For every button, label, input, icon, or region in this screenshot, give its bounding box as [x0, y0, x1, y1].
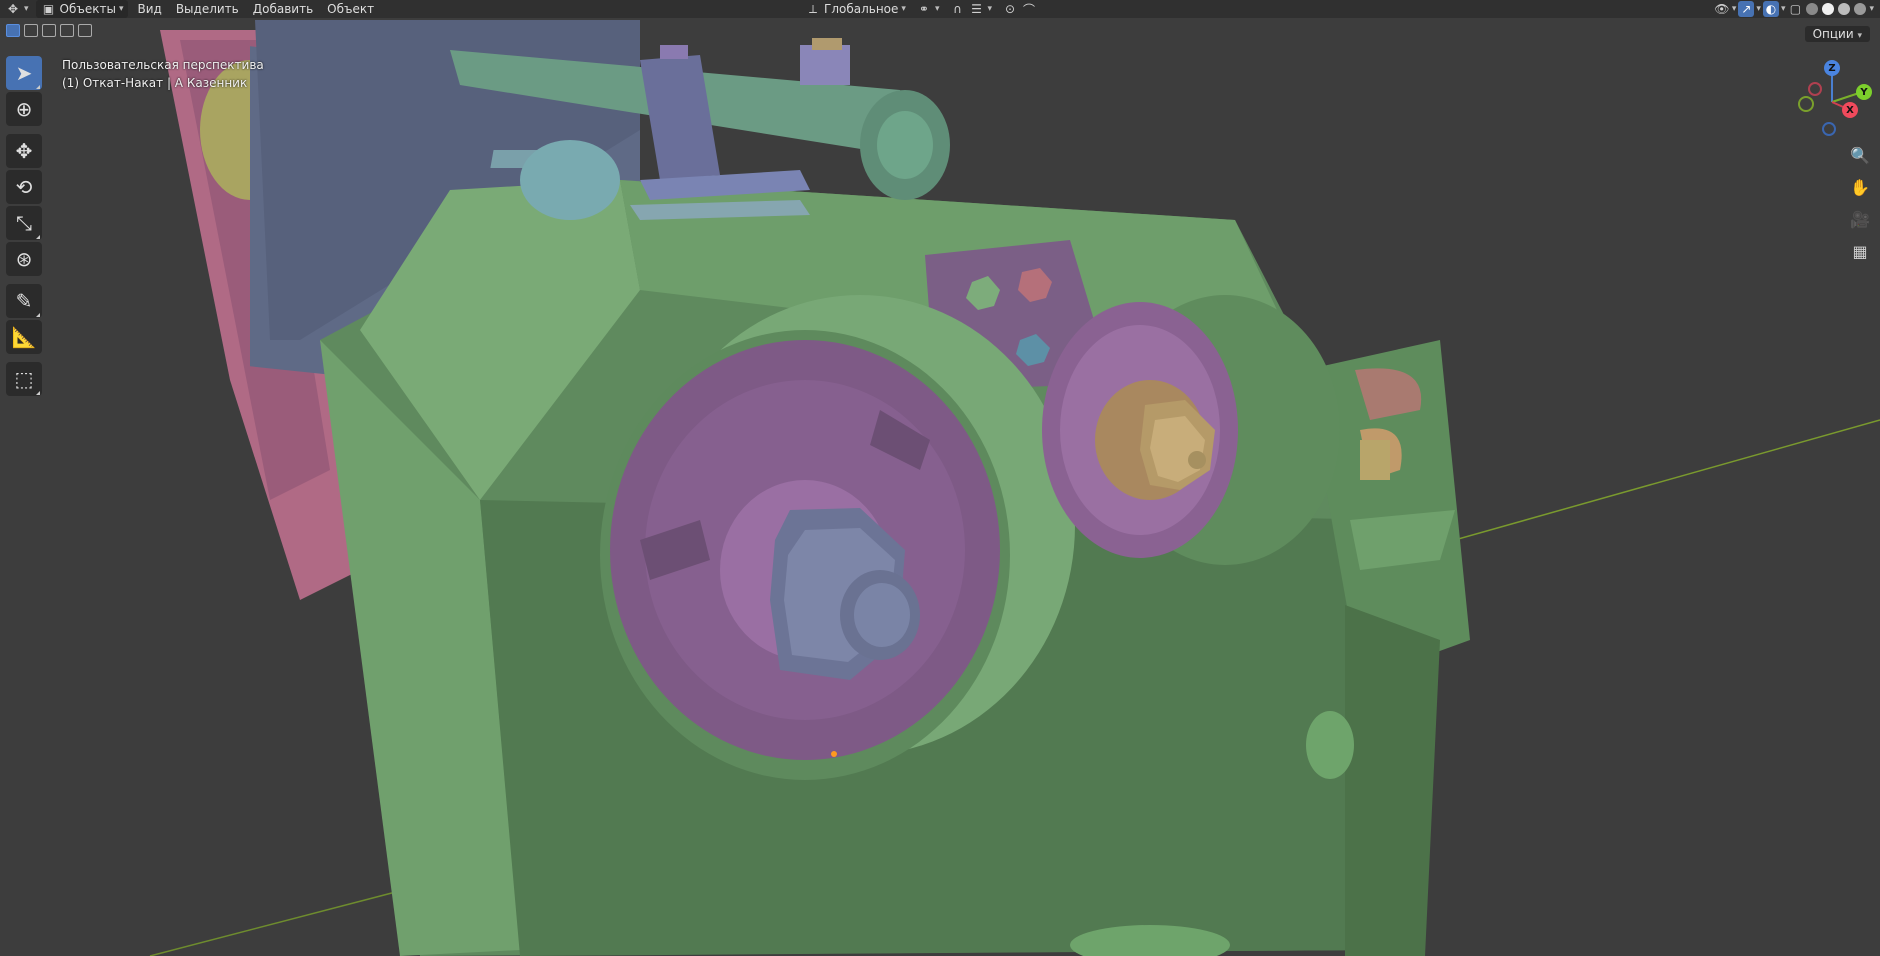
cursor-tool[interactable]: ⊕	[6, 92, 42, 126]
overlays-toggle-icon[interactable]: ◐	[1762, 1, 1779, 17]
orientation-icon: ⟂	[808, 1, 817, 16]
chevron-down-icon: ▾	[901, 4, 906, 14]
proportional-editing-dropdown[interactable]: ⊙ ⌒	[997, 0, 1042, 18]
gizmo-neg-y-axis[interactable]	[1798, 96, 1814, 112]
chevron-down-icon[interactable]: ▾	[1869, 4, 1874, 14]
ruler-icon: 📐	[11, 325, 37, 349]
editor-type-button[interactable]: ✥ ▾	[0, 0, 34, 18]
transform-orientation-label: Глобальное	[824, 2, 899, 16]
zoom-icon[interactable]: 🔍	[1846, 142, 1874, 168]
mode-label: Объекты	[59, 2, 116, 16]
rotate-tool[interactable]: ⟲	[6, 170, 42, 204]
chevron-down-icon: ▾	[1857, 31, 1862, 41]
viewport-header: ✥ ▾ ▣ Объекты ▾ Вид Выделить Добавить Об…	[0, 0, 1880, 18]
scale-icon: ⤡	[16, 211, 32, 235]
select-new-icon[interactable]	[6, 24, 20, 37]
object-mode-icon: ▣	[42, 2, 55, 16]
snap-increment-icon: ☰	[971, 2, 982, 16]
annotate-tool[interactable]: ✎	[6, 284, 42, 318]
gizmo-neg-z-axis[interactable]	[1822, 122, 1836, 136]
snap-magnet-icon: ∩	[953, 2, 962, 16]
add-cube-icon: ⬚	[14, 367, 34, 391]
gizmo-toggle-icon[interactable]: ↗	[1738, 1, 1755, 17]
chevron-down-icon: ▾	[934, 4, 940, 14]
rotate-icon: ⟲	[15, 175, 33, 199]
menu-object[interactable]: Объект	[320, 2, 381, 16]
chevron-down-icon[interactable]: ▾	[1781, 4, 1786, 14]
mode-selector[interactable]: ▣ Объекты ▾	[35, 0, 129, 18]
menu-view[interactable]: Вид	[130, 2, 168, 16]
viewport-navigation: 🔍 ✋ 🎥 ▦	[1846, 142, 1874, 264]
gizmo-y-axis[interactable]: Y	[1856, 84, 1872, 100]
view-name: Пользовательская перспектива	[62, 58, 264, 72]
navigation-gizmo[interactable]: Z Y X	[1786, 58, 1880, 138]
rendered-shading-icon[interactable]	[1854, 3, 1867, 15]
transform-tool[interactable]: ⊛	[6, 242, 42, 276]
wireframe-shading-icon[interactable]	[1806, 3, 1819, 15]
gizmo-x-axis[interactable]: X	[1842, 102, 1858, 118]
selection-mode-bar	[6, 24, 92, 37]
pivot-icon: ⚭	[918, 2, 929, 16]
chevron-down-icon[interactable]: ▾	[1732, 4, 1737, 14]
material-shading-icon[interactable]	[1838, 3, 1851, 15]
viewport-3d-scene[interactable]	[0, 18, 1880, 956]
select-invert-icon[interactable]	[60, 24, 74, 37]
select-subtract-icon[interactable]	[42, 24, 56, 37]
perspective-grid-icon[interactable]: ▦	[1846, 238, 1874, 264]
solid-shading-icon[interactable]	[1822, 3, 1835, 15]
visibility-icon[interactable]: 👁	[1714, 1, 1730, 17]
add-cube-tool[interactable]: ⬚	[6, 362, 42, 396]
move-tool[interactable]: ✥	[6, 134, 42, 168]
chevron-down-icon: ▾	[987, 4, 992, 14]
proportional-edit-icon: ⊙	[1004, 2, 1016, 16]
measure-tool[interactable]: 📐	[6, 320, 42, 354]
scale-tool[interactable]: ⤡	[6, 206, 42, 240]
pan-hand-icon[interactable]: ✋	[1846, 174, 1874, 200]
menu-select[interactable]: Выделить	[169, 2, 246, 16]
gizmo-z-axis[interactable]: Z	[1824, 60, 1840, 76]
editor-type-icon: ✥	[7, 2, 19, 16]
select-box-tool[interactable]: ➤	[6, 56, 42, 90]
options-button[interactable]: Опции ▾	[1804, 26, 1870, 42]
menu-add[interactable]: Добавить	[246, 2, 320, 16]
select-extend-icon[interactable]	[24, 24, 38, 37]
gizmo-neg-x-axis[interactable]	[1808, 82, 1822, 96]
pencil-icon: ✎	[15, 289, 33, 313]
chevron-down-icon: ▾	[24, 4, 29, 14]
snap-dropdown[interactable]: ∩ ☰ ▾	[944, 0, 997, 18]
move-arrows-icon: ✥	[15, 139, 33, 163]
transform-orientation-dropdown[interactable]: ⟂ Глобальное ▾	[800, 0, 911, 18]
xray-toggle-icon[interactable]: ▢	[1787, 1, 1803, 17]
crosshair-icon: ⊕	[15, 97, 33, 121]
object-info: (1) Откат-Накат | А Казенник	[62, 76, 248, 90]
pivot-point-dropdown[interactable]: ⚭ ▾	[911, 0, 945, 18]
camera-view-icon[interactable]: 🎥	[1846, 206, 1874, 232]
chevron-down-icon[interactable]: ▾	[1756, 4, 1761, 14]
transform-icon: ⊛	[15, 247, 33, 271]
tool-shelf: ➤ ⊕ ✥ ⟲ ⤡ ⊛ ✎ 📐 ⬚	[6, 56, 44, 398]
falloff-icon: ⌒	[1022, 2, 1035, 17]
viewport-info: Пользовательская перспектива (1) Откат-Н…	[62, 56, 264, 92]
cursor-arrow-icon: ➤	[15, 61, 33, 85]
chevron-down-icon: ▾	[118, 4, 124, 14]
select-intersect-icon[interactable]	[78, 24, 92, 37]
